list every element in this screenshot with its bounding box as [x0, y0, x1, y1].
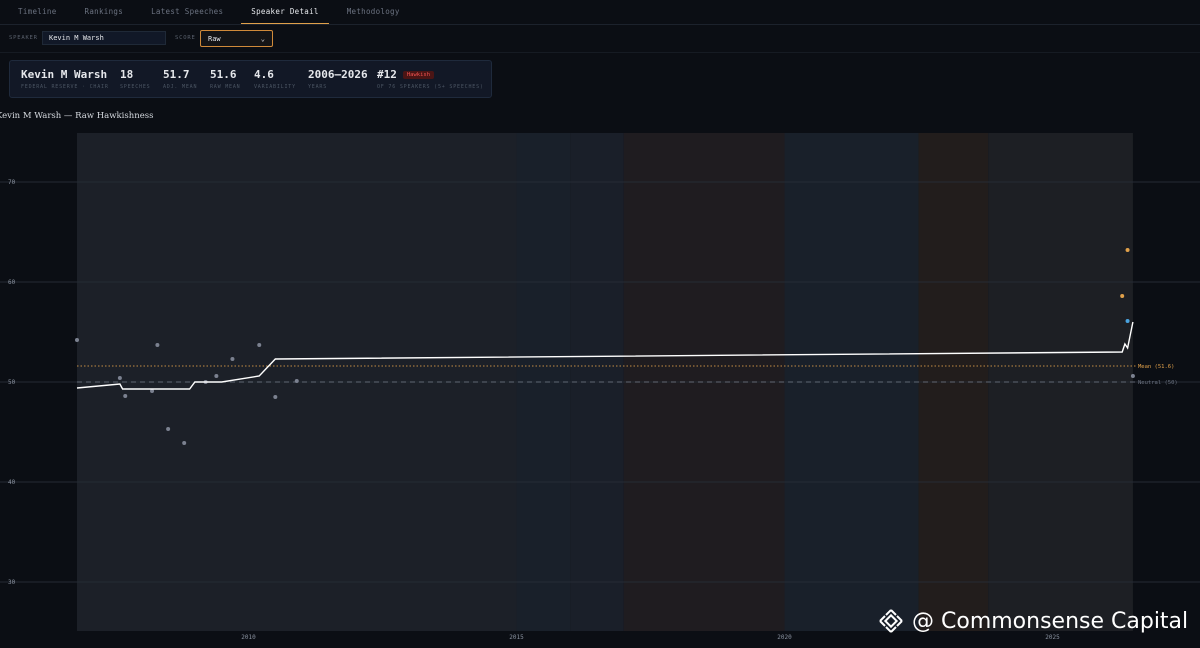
tab-latest-speeches[interactable]: Latest Speeches [141, 0, 233, 23]
x-tick-label-2010: 2010 [241, 634, 256, 641]
reference-label-0: Mean (51.6) [1138, 364, 1174, 370]
speeches-value: 18 [120, 68, 134, 81]
data-point-9 [230, 357, 235, 361]
hawkishness-chart: 30 40 50 60 70 Mean (51.6) Neutral (50) 2010 201… [0, 133, 1200, 641]
tab-timeline[interactable]: Timeline [8, 0, 67, 23]
score-label: SCORE [175, 35, 196, 41]
data-point-4 [155, 343, 160, 347]
speaker-label: SPEAKER [9, 35, 38, 41]
adj-mean-stat: 51.7 ADJ. MEAN [163, 68, 197, 90]
data-point-11 [273, 395, 278, 399]
variability-value: 4.6 [254, 68, 274, 81]
speaker-input[interactable] [42, 31, 166, 45]
speaker-role: FEDERAL RESERVE · CHAIR [21, 84, 109, 90]
speeches-stat: 18 SPEECHES [120, 68, 150, 90]
variability-label: VARIABILITY [254, 84, 296, 90]
speaker-name-stat: Kevin M Warsh FEDERAL RESERVE · CHAIR [21, 68, 109, 90]
rank-value: #12 [377, 68, 397, 81]
data-point-13 [1120, 294, 1125, 298]
variability-stat: 4.6 VARIABILITY [254, 68, 296, 90]
controls-bar: SPEAKER SCORE Raw ⌄ [0, 25, 1200, 53]
data-point-16 [1130, 374, 1135, 378]
tab-rankings[interactable]: Rankings [75, 0, 134, 23]
data-point-0 [75, 338, 79, 342]
data-point-10 [257, 343, 262, 347]
speaker-summary-card: Kevin M Warsh FEDERAL RESERVE · CHAIR 18… [9, 60, 492, 98]
watermark: @ Commonsense Capital [878, 608, 1188, 634]
data-point-6 [182, 441, 187, 445]
y-tick-label-70: 70 [8, 179, 16, 186]
tab-bar: Timeline Rankings Latest Speeches Speake… [0, 0, 1200, 25]
data-point-1 [117, 376, 122, 380]
adj-mean-value: 51.7 [163, 68, 190, 81]
data-point-2 [123, 394, 128, 398]
data-point-8 [214, 374, 219, 378]
tab-speaker-detail[interactable]: Speaker Detail [241, 0, 329, 24]
years-stat: 2006–2026 YEARS [308, 68, 368, 90]
chevron-down-icon: ⌄ [260, 34, 265, 43]
data-point-14 [1125, 248, 1130, 252]
years-label: YEARS [308, 84, 328, 90]
y-tick-label-40: 40 [8, 479, 16, 486]
score-select-value: Raw [208, 34, 221, 43]
y-tick-label-30: 30 [8, 579, 16, 586]
y-tick-label-60: 60 [8, 279, 16, 286]
tab-methodology[interactable]: Methodology [337, 0, 410, 23]
speaker-name: Kevin M Warsh [21, 68, 108, 81]
data-point-15 [1125, 319, 1130, 323]
speeches-label: SPEECHES [120, 84, 151, 90]
rank-label: OF 76 SPEAKERS (5+ SPEECHES) [377, 84, 484, 90]
chart-title: Kevin M Warsh — Raw Hawkishness [0, 111, 154, 121]
hawkish-badge: Hawkish [402, 71, 435, 79]
y-tick-label-50: 50 [8, 379, 16, 386]
raw-mean-stat: 51.6 RAW MEAN [210, 68, 240, 90]
data-point-12 [294, 379, 299, 383]
watermark-text: @ Commonsense Capital [912, 608, 1189, 634]
raw-mean-label: RAW MEAN [210, 84, 241, 90]
score-select[interactable]: Raw ⌄ [200, 30, 273, 47]
x-tick-label-2020: 2020 [777, 634, 792, 641]
data-point-5 [166, 427, 171, 431]
rank-stat: #12 Hawkish OF 76 SPEAKERS (5+ SPEECHES) [377, 68, 484, 90]
adj-mean-label: ADJ. MEAN [163, 84, 198, 90]
binance-diamond-icon [879, 609, 903, 633]
reference-label-1: Neutral (50) [1138, 380, 1178, 386]
years-value: 2006–2026 [308, 68, 368, 81]
raw-mean-value: 51.6 [210, 68, 237, 81]
x-tick-label-2025: 2025 [1045, 634, 1060, 641]
x-tick-label-2015: 2015 [509, 634, 524, 641]
